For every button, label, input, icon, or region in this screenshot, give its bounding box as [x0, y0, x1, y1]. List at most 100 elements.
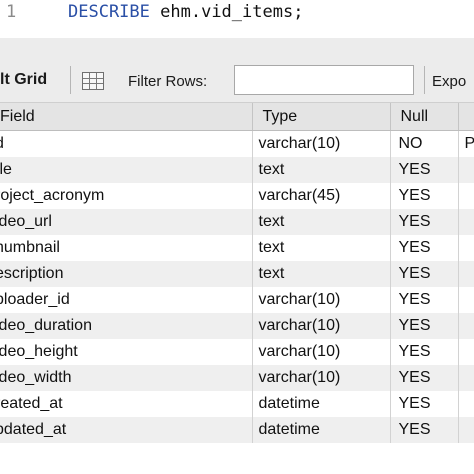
cell-type[interactable]: varchar(10): [252, 313, 391, 339]
cell-field[interactable]: ideo_duration: [0, 313, 253, 339]
cell-type[interactable]: text: [252, 261, 391, 287]
cell-type[interactable]: varchar(45): [252, 183, 391, 209]
cell-null[interactable]: YES: [390, 391, 459, 417]
cell-key[interactable]: [458, 209, 474, 235]
cell-key[interactable]: [458, 287, 474, 313]
cell-null[interactable]: YES: [390, 365, 459, 391]
cell-key[interactable]: [458, 339, 474, 365]
cell-null-text: YES: [398, 291, 431, 308]
cell-key[interactable]: [458, 157, 474, 183]
cell-field[interactable]: tle: [0, 157, 253, 183]
cell-null-text: YES: [398, 161, 431, 178]
cell-key[interactable]: [458, 313, 474, 339]
cell-field[interactable]: roject_acronym: [0, 183, 253, 209]
cell-key[interactable]: [458, 365, 474, 391]
cell-key[interactable]: [458, 391, 474, 417]
cell-type[interactable]: text: [252, 235, 391, 261]
table-row[interactable]: ideo_height varchar(10) YES: [0, 339, 474, 365]
cell-null[interactable]: YES: [390, 157, 459, 183]
cell-field-text: pdated_at: [0, 421, 67, 438]
result-toolbar: lt Grid Filter Rows: Expo: [0, 38, 474, 103]
cell-type-text: text: [258, 239, 285, 256]
cell-type-text: datetime: [258, 421, 320, 438]
result-grid-label[interactable]: lt Grid: [0, 71, 47, 89]
cell-field[interactable]: d: [0, 130, 253, 157]
table-row[interactable]: tle text YES: [0, 157, 474, 183]
sql-statement[interactable]: DESCRIBE ehm.vid_items;: [68, 2, 303, 22]
filter-rows-input[interactable]: [234, 65, 414, 95]
cell-type-text: varchar(10): [258, 135, 341, 152]
cell-field[interactable]: ideo_width: [0, 365, 253, 391]
table-row[interactable]: ideo_width varchar(10) YES: [0, 365, 474, 391]
table-row[interactable]: ideo_duration varchar(10) YES: [0, 313, 474, 339]
cell-field[interactable]: ploader_id: [0, 287, 253, 313]
cell-type[interactable]: text: [252, 209, 391, 235]
cell-type[interactable]: text: [252, 157, 391, 183]
cell-field[interactable]: ideo_url: [0, 209, 253, 235]
cell-null[interactable]: YES: [390, 339, 459, 365]
cell-null[interactable]: YES: [390, 417, 459, 443]
cell-type[interactable]: varchar(10): [252, 130, 391, 157]
cell-type[interactable]: datetime: [252, 391, 391, 417]
cell-field[interactable]: ideo_height: [0, 339, 253, 365]
cell-type-text: text: [258, 213, 285, 230]
table-row[interactable]: d varchar(10) NO P: [0, 130, 474, 157]
cell-field-text: ideo_url: [0, 213, 52, 230]
cell-null[interactable]: YES: [390, 235, 459, 261]
cell-key-text: P: [465, 135, 474, 152]
cell-field-text: d: [0, 135, 4, 153]
table-row[interactable]: escription text YES: [0, 261, 474, 287]
cell-null-text: YES: [398, 265, 431, 282]
cell-null[interactable]: YES: [390, 209, 459, 235]
cell-type-text: varchar(10): [258, 343, 341, 360]
cell-type[interactable]: varchar(10): [252, 365, 391, 391]
sql-keyword: DESCRIBE: [68, 2, 150, 22]
cell-type[interactable]: varchar(10): [252, 339, 391, 365]
table-row[interactable]: pdated_at datetime YES: [0, 417, 474, 443]
cell-type-text: datetime: [258, 395, 320, 412]
cell-type[interactable]: datetime: [252, 417, 391, 443]
cell-null[interactable]: YES: [390, 183, 459, 209]
table-row[interactable]: ploader_id varchar(10) YES: [0, 287, 474, 313]
cell-field-text: reated_at: [0, 395, 63, 412]
cell-field[interactable]: humbnail: [0, 235, 253, 261]
cell-key[interactable]: P: [458, 130, 474, 157]
column-header-key[interactable]: [458, 103, 474, 131]
result-grid: Field Type Null d varchar(10) NO Ptle text YE…: [0, 103, 474, 443]
cell-field[interactable]: pdated_at: [0, 417, 253, 443]
column-header-type[interactable]: Type: [252, 103, 391, 131]
cell-field[interactable]: escription: [0, 261, 253, 287]
column-header-null[interactable]: Null: [390, 103, 459, 131]
cell-field-text: escription: [0, 265, 64, 282]
cell-type-text: varchar(10): [258, 291, 341, 308]
table-row[interactable]: reated_at datetime YES: [0, 391, 474, 417]
cell-key[interactable]: [458, 235, 474, 261]
table-row[interactable]: ideo_url text YES: [0, 209, 474, 235]
cell-null[interactable]: YES: [390, 261, 459, 287]
cell-field-text: ideo_duration: [0, 317, 92, 334]
cell-field-text: tle: [0, 161, 12, 178]
cell-null-text: YES: [398, 317, 431, 334]
cell-null[interactable]: YES: [390, 287, 459, 313]
cell-type-text: varchar(10): [258, 317, 341, 334]
cell-type-text: varchar(10): [258, 369, 341, 386]
cell-null-text: YES: [398, 343, 431, 360]
cell-type[interactable]: varchar(10): [252, 287, 391, 313]
column-header-field[interactable]: Field: [0, 103, 253, 131]
cell-field-text: ploader_id: [0, 291, 70, 308]
cell-field-text: roject_acronym: [0, 187, 105, 204]
table-row[interactable]: roject_acronym varchar(45) YES: [0, 183, 474, 209]
cell-null[interactable]: NO: [390, 130, 459, 157]
cell-key[interactable]: [458, 261, 474, 287]
cell-key[interactable]: [458, 183, 474, 209]
cell-key[interactable]: [458, 417, 474, 443]
cell-null-text: YES: [398, 213, 431, 230]
sql-editor[interactable]: 1 DESCRIBE ehm.vid_items;: [0, 0, 474, 39]
cell-null[interactable]: YES: [390, 313, 459, 339]
export-button[interactable]: Expo: [432, 73, 466, 90]
sql-table-name: ehm.vid_items;: [160, 2, 304, 22]
grid-layout-icon[interactable]: [82, 72, 104, 90]
table-row[interactable]: humbnail text YES: [0, 235, 474, 261]
cell-field[interactable]: reated_at: [0, 391, 253, 417]
cell-null-text: YES: [398, 395, 431, 412]
